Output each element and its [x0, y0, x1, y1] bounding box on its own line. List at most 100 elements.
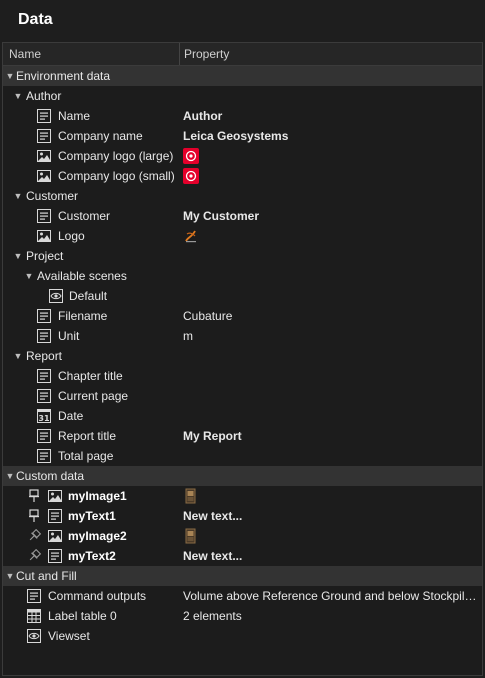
row-label: Company logo (large)	[58, 149, 174, 163]
image-thumbnail[interactable]	[183, 488, 199, 504]
row-customer-logo[interactable]: Logo	[3, 226, 482, 246]
row-custom-mytext1[interactable]: myText1 New text...	[3, 506, 482, 526]
chevron-down-icon[interactable]: ▼	[13, 246, 23, 266]
node-author[interactable]: ▼ Author	[3, 86, 482, 106]
node-project[interactable]: ▼ Project	[3, 246, 482, 266]
row-command-outputs[interactable]: Command outputs Volume above Reference G…	[3, 586, 482, 606]
text-field-icon	[37, 109, 51, 123]
text-field-icon	[37, 309, 51, 323]
node-label: Available scenes	[37, 269, 127, 283]
calendar-icon: 31	[37, 409, 51, 423]
group-custom-data[interactable]: ▼ Custom data	[3, 466, 482, 486]
row-scene-default[interactable]: Default	[3, 286, 482, 306]
row-label: Customer	[58, 209, 111, 223]
chevron-down-icon[interactable]: ▼	[5, 66, 15, 86]
row-label: myText1	[68, 509, 116, 523]
row-value[interactable]: My Report	[183, 426, 482, 446]
row-date[interactable]: 31 Date	[3, 406, 482, 426]
node-label: Project	[26, 249, 64, 263]
row-value[interactable]: New text...	[183, 546, 482, 566]
customer-logo-thumbnail[interactable]	[183, 228, 199, 244]
data-tree[interactable]: Name Property ▼ Environment data ▼ Autho…	[2, 42, 483, 676]
leica-logo-thumbnail[interactable]	[183, 168, 199, 184]
pin-icon[interactable]	[27, 509, 41, 523]
unpinned-icon[interactable]	[27, 549, 41, 563]
row-label: Total page	[58, 449, 114, 463]
row-label: Viewset	[48, 629, 90, 643]
group-label: Cut and Fill	[16, 569, 77, 583]
header-property-column[interactable]: Property	[184, 43, 229, 65]
row-value[interactable]: m	[183, 326, 482, 346]
node-report[interactable]: ▼ Report	[3, 346, 482, 366]
row-value[interactable]: Volume above Reference Ground and below …	[183, 586, 482, 606]
row-total-page[interactable]: Total page	[3, 446, 482, 466]
chevron-down-icon[interactable]: ▼	[13, 186, 23, 206]
row-value[interactable]: 2 elements	[183, 606, 482, 626]
group-cut-and-fill[interactable]: ▼ Cut and Fill	[3, 566, 482, 586]
tree-header: Name Property	[3, 43, 482, 66]
row-label: Report title	[58, 429, 117, 443]
chevron-down-icon[interactable]: ▼	[24, 266, 34, 286]
image-icon	[37, 230, 51, 242]
row-label: Filename	[58, 309, 108, 323]
node-label: Author	[26, 89, 62, 103]
text-field-icon	[48, 509, 62, 523]
chevron-down-icon[interactable]: ▼	[13, 346, 23, 366]
group-label: Custom data	[16, 469, 85, 483]
row-unit[interactable]: Unit m	[3, 326, 482, 346]
row-label: Chapter title	[58, 369, 123, 383]
text-field-icon	[37, 389, 51, 403]
row-label: Company name	[58, 129, 143, 143]
row-label-table[interactable]: Label table 0 2 elements	[3, 606, 482, 626]
row-label: myImage2	[68, 529, 127, 543]
row-label: Name	[58, 109, 91, 123]
chevron-down-icon[interactable]: ▼	[5, 466, 15, 486]
row-label: Default	[69, 289, 108, 303]
text-field-icon	[48, 549, 62, 563]
row-value[interactable]: New text...	[183, 506, 482, 526]
table-icon	[27, 609, 41, 623]
image-icon	[37, 170, 51, 182]
row-report-title[interactable]: Report title My Report	[3, 426, 482, 446]
pin-icon[interactable]	[27, 489, 41, 503]
row-chapter-title[interactable]: Chapter title	[3, 366, 482, 386]
row-value[interactable]: Leica Geosystems	[183, 126, 482, 146]
row-filename[interactable]: Filename Cubature	[3, 306, 482, 326]
node-label: Customer	[26, 189, 79, 203]
unpinned-icon[interactable]	[27, 529, 41, 543]
row-custom-mytext2[interactable]: myText2 New text...	[3, 546, 482, 566]
row-company-logo-large[interactable]: Company logo (large)	[3, 146, 482, 166]
node-label: Report	[26, 349, 63, 363]
row-value[interactable]: Cubature	[183, 306, 482, 326]
row-custom-myimage1[interactable]: myImage1	[3, 486, 482, 506]
leica-logo-thumbnail[interactable]	[183, 148, 199, 164]
text-field-icon	[37, 129, 51, 143]
node-customer[interactable]: ▼ Customer	[3, 186, 482, 206]
row-customer[interactable]: Customer My Customer	[3, 206, 482, 226]
group-environment-data[interactable]: ▼ Environment data	[3, 66, 482, 86]
row-label: Company logo (small)	[58, 169, 175, 183]
column-divider[interactable]	[179, 43, 180, 65]
image-icon	[37, 150, 51, 162]
row-author-name[interactable]: Name Author	[3, 106, 482, 126]
row-label: Label table 0	[48, 609, 117, 623]
row-company-name[interactable]: Company name Leica Geosystems	[3, 126, 482, 146]
row-label: Date	[58, 409, 84, 423]
data-panel: Data Name Property ▼ Environment data ▼ …	[0, 0, 485, 678]
row-value[interactable]: Author	[183, 106, 482, 126]
row-custom-myimage2[interactable]: myImage2	[3, 526, 482, 546]
text-field-icon	[37, 209, 51, 223]
row-label: myText2	[68, 549, 116, 563]
chevron-down-icon[interactable]: ▼	[13, 86, 23, 106]
image-thumbnail[interactable]	[183, 528, 199, 544]
row-value[interactable]: My Customer	[183, 206, 482, 226]
row-viewset[interactable]: Viewset	[3, 626, 482, 646]
row-company-logo-small[interactable]: Company logo (small)	[3, 166, 482, 186]
chevron-down-icon[interactable]: ▼	[5, 566, 15, 586]
image-icon	[48, 490, 62, 502]
group-label: Environment data	[16, 69, 111, 83]
node-available-scenes[interactable]: ▼ Available scenes	[3, 266, 482, 286]
header-name-column[interactable]: Name	[9, 43, 41, 65]
row-label: Command outputs	[48, 589, 147, 603]
row-current-page[interactable]: Current page	[3, 386, 482, 406]
